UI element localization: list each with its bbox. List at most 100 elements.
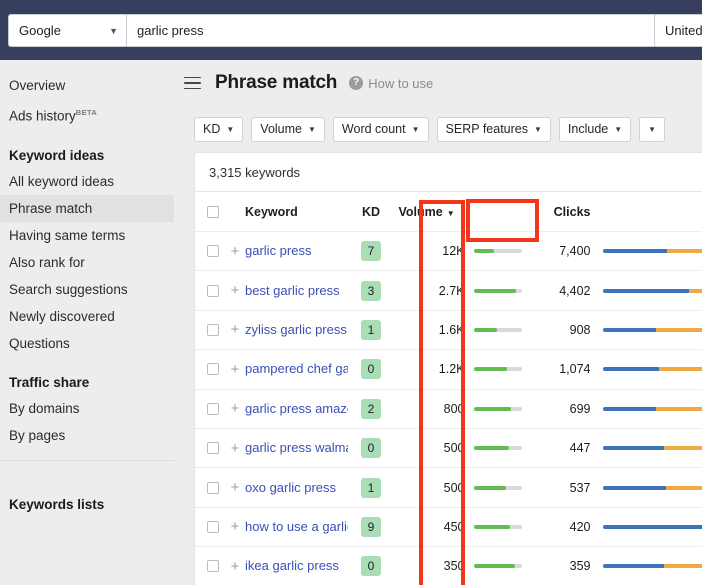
volume-bar-track [473,288,522,293]
row-checkbox[interactable] [207,284,219,297]
add-keyword-icon[interactable]: + [225,362,245,377]
sidebar-item-label: By pages [9,427,66,443]
kd-cell: 2 [348,398,395,419]
sidebar-item-all-keyword-ideas[interactable]: All keyword ideas [0,168,174,195]
kd-badge: 0 [361,438,381,459]
sidebar-item-by-domains[interactable]: By domains [0,395,174,422]
hamburger-icon[interactable] [184,76,201,90]
row-select-cell[interactable] [195,284,225,297]
add-keyword-icon[interactable]: + [225,519,245,534]
keyword-link[interactable]: oxo garlic press [245,480,336,495]
keyword-link[interactable]: best garlic press [245,283,340,298]
kd-cell: 0 [348,359,395,380]
clicks-cell: 908 [569,322,591,337]
keyword-cell: zyliss garlic press [245,321,348,339]
keyword-link[interactable]: garlic press [245,243,311,258]
add-keyword-icon[interactable]: + [225,480,245,495]
row-checkbox[interactable] [207,520,219,533]
sidebar-item-having-same-terms[interactable]: Having same terms [0,222,174,249]
row-checkbox[interactable] [207,245,219,258]
row-select-cell[interactable] [195,442,225,455]
clicks-bar-organic [602,249,668,254]
keyword-link[interactable]: how to use a garlic press [245,519,348,534]
clicks-bar-track [602,524,702,529]
chevron-down-icon: ▼ [226,124,235,134]
select-all-checkbox[interactable] [207,205,219,218]
add-keyword-icon[interactable]: + [225,283,245,298]
add-keyword-icon[interactable]: + [225,401,245,416]
row-select-cell[interactable] [195,323,225,336]
volume-bar [467,406,529,411]
search-engine-select[interactable]: Google ▼ [8,14,126,47]
app-root: Google ▼ garlic press United Overview Ad… [0,0,702,585]
add-keyword-icon[interactable]: + [225,322,245,337]
row-select-cell[interactable] [195,245,225,258]
sidebar-item-phrase-match[interactable]: Phrase match [0,194,174,222]
add-keyword-icon[interactable]: + [225,441,245,456]
volume-cell: 450 [443,519,465,534]
volume-bar-fill [473,485,507,490]
clicks-bar-organic [602,367,659,372]
filter-serp-features[interactable]: SERP features ▼ [436,116,551,142]
sidebar-item-by-pages[interactable]: By pages [0,422,174,449]
how-to-use-link[interactable]: ? How to use [349,76,433,91]
row-checkbox[interactable] [207,323,219,336]
volume-bar-fill [473,524,510,529]
row-select-cell[interactable] [195,520,225,533]
filter-volume[interactable]: Volume ▼ [251,116,325,142]
select-all-cell[interactable] [195,205,225,218]
sidebar-item-newly-discovered[interactable]: Newly discovered [0,303,174,330]
clicks-bar [591,249,702,254]
sidebar-item-label: Newly discovered [9,308,115,324]
sidebar-item-ads-history[interactable]: Ads historyBETA [0,99,174,130]
clicks-cell: 1,074 [559,362,591,377]
row-checkbox[interactable] [207,402,219,415]
sidebar: Overview Ads historyBETA Keyword ideas A… [0,60,174,585]
column-header-kd[interactable]: KD [348,205,395,219]
sidebar-item-label: Ads history [9,108,76,124]
sort-desc-icon: ▼ [446,208,455,218]
volume-bar [467,288,529,293]
filter-label: SERP features [445,122,528,136]
keyword-cell: ikea garlic press [245,557,348,575]
row-select-cell[interactable] [195,363,225,376]
country-select[interactable]: United [654,14,702,47]
sidebar-item-label: Having same terms [9,227,126,243]
sidebar-item-also-rank-for[interactable]: Also rank for [0,249,174,276]
add-keyword-icon[interactable]: + [225,559,245,574]
volume-bar-track [473,564,522,569]
filter-word-count[interactable]: Word count ▼ [332,116,429,142]
row-select-cell[interactable] [195,481,225,494]
clicks-bar-organic [602,327,656,332]
keyword-link[interactable]: garlic press walmart [245,440,348,455]
keyword-link[interactable]: garlic press amazon [245,401,348,416]
table-row: + oxo garlic press 1 500 537 [195,467,702,506]
keyword-link[interactable]: ikea garlic press [245,558,339,573]
sidebar-item-overview[interactable]: Overview [0,72,174,99]
row-checkbox[interactable] [207,560,219,573]
row-checkbox[interactable] [207,363,219,376]
clicks-bar [591,327,702,332]
add-keyword-icon[interactable]: + [225,244,245,259]
column-header-keyword[interactable]: Keyword [245,205,348,219]
sidebar-item-search-suggestions[interactable]: Search suggestions [0,276,174,303]
row-checkbox[interactable] [207,481,219,494]
sidebar-item-questions[interactable]: Questions [0,330,174,357]
keyword-link[interactable]: pampered chef garlic press [245,361,348,376]
volume-bar [467,367,529,372]
kd-badge: 9 [361,516,381,537]
sidebar-item-label: Questions [9,335,70,351]
filter-overflow[interactable]: ▼ [639,116,666,142]
kd-badge: 3 [361,280,381,301]
clicks-bar [591,367,702,372]
search-input[interactable]: garlic press [126,14,688,47]
keyword-link[interactable]: zyliss garlic press [245,322,347,337]
filter-kd[interactable]: KD ▼ [194,116,244,142]
filter-include[interactable]: Include ▼ [558,116,632,142]
column-header-volume[interactable]: Volume ▼ [395,205,467,219]
row-select-cell[interactable] [195,560,225,573]
column-header-clicks[interactable]: Clicks [529,205,591,219]
row-select-cell[interactable] [195,402,225,415]
row-checkbox[interactable] [207,442,219,455]
volume-bar-track [473,485,522,490]
